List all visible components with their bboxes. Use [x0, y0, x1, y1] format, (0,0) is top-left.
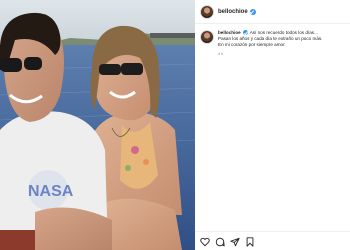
post-timestamp[interactable]: 4 h: [218, 51, 344, 57]
caption-text-line-1: Así nos recuerdo todos los días...: [249, 30, 318, 35]
post-actions: [195, 231, 350, 250]
caption-avatar[interactable]: [200, 30, 214, 44]
post-header: bellochioe: [195, 0, 350, 24]
verified-badge-icon: [249, 8, 256, 15]
post-photo-image: NASA: [0, 0, 195, 250]
caption-username[interactable]: bellochioe: [218, 30, 241, 35]
caption: bellochioe Así nos recuerdo todos los día…: [200, 30, 348, 57]
username[interactable]: bellochioe: [218, 9, 248, 15]
share-icon[interactable]: [230, 237, 240, 247]
avatar[interactable]: [200, 4, 214, 19]
post-sidebar: bellochioe bellochioe Así nos recuerdo to…: [195, 0, 350, 250]
post-photo[interactable]: NASA: [0, 0, 195, 250]
bookmark-icon[interactable]: [245, 237, 255, 247]
verified-badge-icon: [242, 30, 248, 36]
comment-icon[interactable]: [215, 237, 225, 247]
shirt-print-text: NASA: [28, 183, 74, 200]
caption-body: bellochioe Así nos recuerdo todos los día…: [218, 30, 344, 57]
heart-icon[interactable]: [200, 237, 210, 247]
caption-text-line-3: En mi corazón por siempre amor.: [218, 42, 286, 48]
